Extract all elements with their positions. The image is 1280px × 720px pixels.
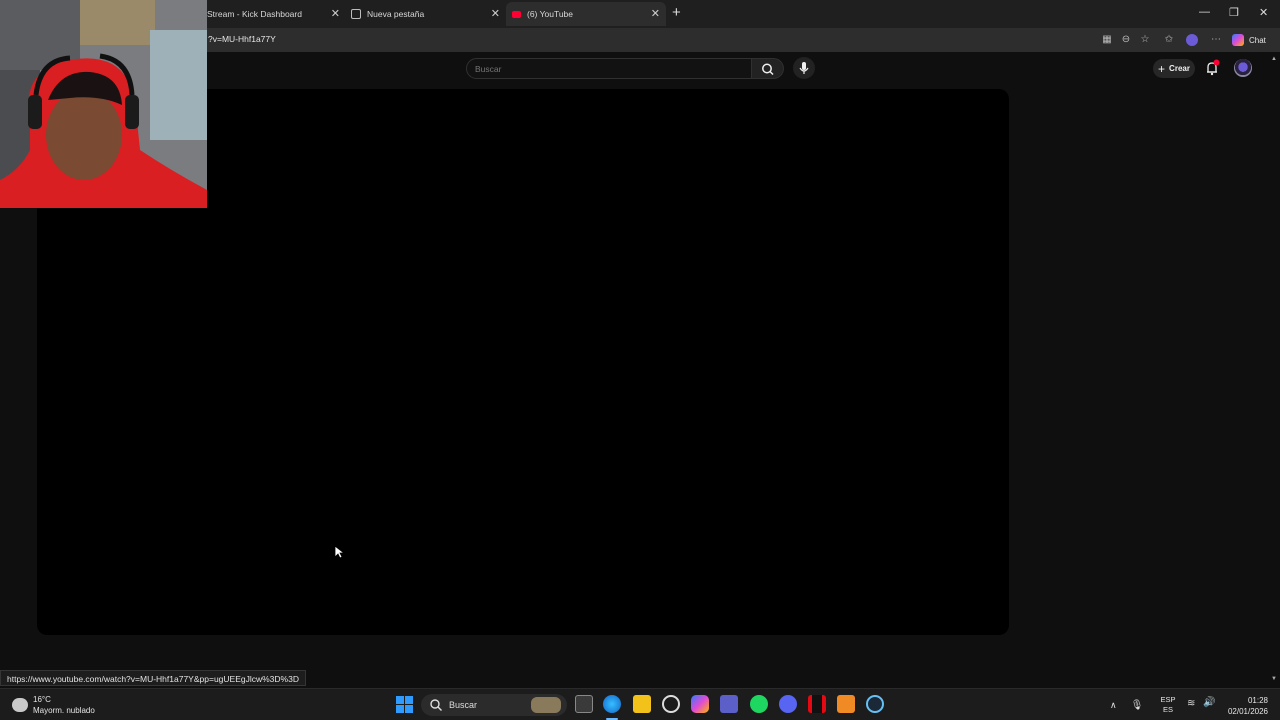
netflix-icon[interactable] [808,695,826,713]
youtube-icon [512,10,521,18]
notifications-button[interactable] [1203,59,1221,77]
new-tab-icon[interactable]: + [672,4,681,21]
create-button[interactable]: + Crear [1153,59,1195,78]
keyboard-layout: ES [1162,705,1173,714]
page-icon [351,9,361,19]
search-input[interactable] [467,59,751,79]
search-button[interactable] [752,58,784,79]
copilot-chat-button[interactable]: Chat [1232,32,1266,48]
steam-icon[interactable] [866,695,884,713]
language-code: ESP [1160,695,1176,704]
search-highlight-image [531,697,561,713]
openai-icon[interactable] [662,695,680,713]
weather-description: Mayorm. nublado [33,706,95,715]
address-bar[interactable]: ?v=MU-Hhf1a77Y [208,34,276,44]
plus-icon: + [1158,61,1166,76]
chevron-up-icon[interactable]: ∧ [1110,700,1117,711]
minimize-icon[interactable]: — [1199,6,1210,18]
clock-date: 02/01/2026 [1227,707,1268,716]
teams-icon[interactable] [720,695,738,713]
cloud-icon [12,698,28,712]
close-icon[interactable]: ✕ [491,7,500,20]
close-window-icon[interactable]: ✕ [1259,6,1268,19]
scroll-up-icon[interactable]: ▲ [1271,56,1277,62]
tab-nueva-pestana[interactable]: Nueva pestaña ✕ [346,2,506,26]
avatar[interactable] [1234,59,1252,77]
taskbar-search-label: Buscar [449,700,478,710]
voice-search-button[interactable] [793,57,815,79]
favorite-star-icon[interactable]: ☆ [1139,34,1151,46]
close-icon[interactable]: ✕ [651,7,660,20]
chat-label: Chat [1249,35,1266,45]
close-icon[interactable]: ✕ [331,7,340,20]
clock-time: 01:28 [1247,696,1268,705]
wifi-icon[interactable]: ≋ [1187,698,1195,709]
spotify-icon[interactable] [750,695,768,713]
profile-icon[interactable] [1186,34,1198,46]
more-options-icon[interactable]: ⋯ [1210,34,1222,46]
discord-icon[interactable] [779,695,797,713]
favorites-icon[interactable]: ✩ [1163,34,1175,46]
microphone-icon [799,62,809,74]
mouse-cursor-icon [334,545,344,559]
system-tray: ∧ 🎙 [1110,694,1143,716]
split-screen-icon[interactable]: ▦ [1101,34,1113,46]
page-scrollbar[interactable]: ▲ ▼ [1268,52,1280,687]
scroll-down-icon[interactable]: ▼ [1271,676,1277,682]
task-view-icon[interactable] [575,695,593,713]
search-icon [762,63,774,76]
clock[interactable]: 01:28 02/01/2026 [1222,695,1268,717]
zoom-icon[interactable]: ⊖ [1120,34,1132,46]
taskbar-search[interactable]: Buscar [421,694,567,716]
webcam-overlay [0,0,207,208]
bell-icon [1207,59,1220,76]
weather-widget[interactable]: 16°C Mayorm. nublado [12,694,95,716]
language-indicator[interactable]: ESP ES [1158,695,1178,715]
tab-title: Stream - Kick Dashboard [207,9,302,19]
copilot-app-icon[interactable] [691,695,709,713]
copilot-icon [1232,34,1244,46]
app-orange-icon[interactable] [837,695,855,713]
weather-temperature: 16°C [33,695,51,704]
webcam-feed-image [0,0,207,208]
file-explorer-icon[interactable] [633,695,651,713]
tab-kick-dashboard[interactable]: Stream - Kick Dashboard ✕ [200,2,346,26]
search-box[interactable] [466,58,752,79]
volume-icon[interactable]: 🔊 [1203,697,1215,708]
tab-youtube[interactable]: (6) YouTube ✕ [506,2,666,26]
restore-icon[interactable]: ❐ [1229,6,1239,19]
search-icon [430,699,442,711]
tab-title: (6) YouTube [527,9,573,19]
edge-browser-icon[interactable] [603,695,621,713]
tab-title: Nueva pestaña [367,9,425,19]
windows-taskbar: 16°C Mayorm. nublado Buscar ∧ 🎙 ESP ES ≋… [0,688,1280,720]
status-bar-url: https://www.youtube.com/watch?v=MU-Hhf1a… [0,670,306,686]
microphone-tray-icon[interactable]: 🎙 [1131,700,1144,711]
windows-start-icon[interactable] [396,696,413,713]
create-label: Crear [1169,64,1190,73]
